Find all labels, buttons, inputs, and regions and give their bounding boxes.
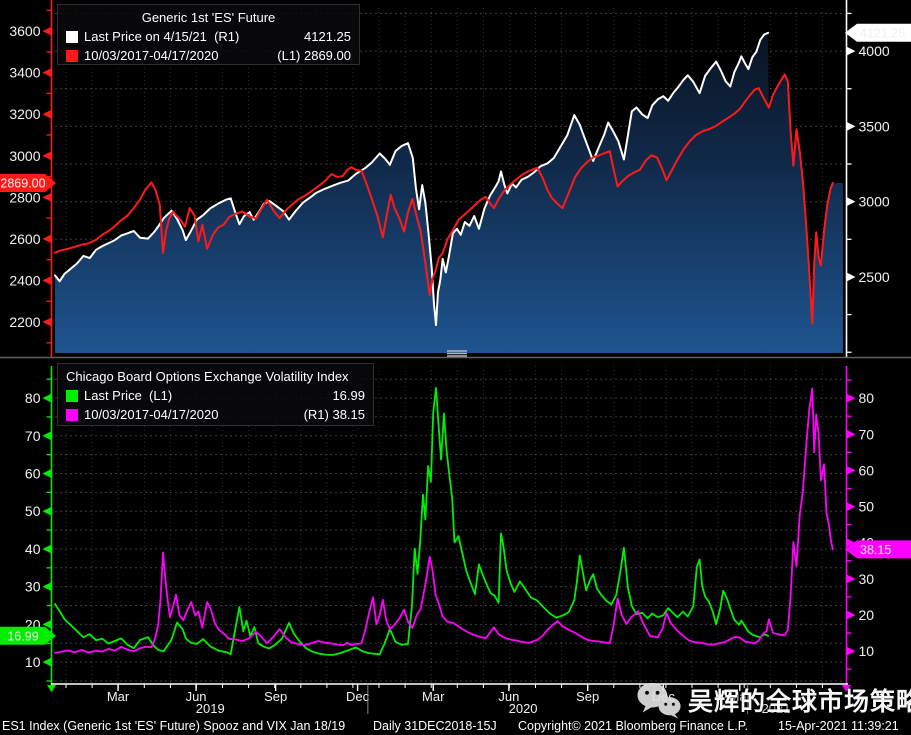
tick-arrow-icon [42, 506, 52, 516]
tick-arrow-icon [42, 469, 52, 479]
last-price-label: 16.99 [7, 629, 38, 643]
copyright-text: Copyright© 2021 Bloomberg Finance L.P. [518, 719, 748, 733]
tick-arrow-icon [846, 46, 856, 56]
y-axis-tick-label: 80 [859, 390, 875, 406]
last-price-label: 38.15 [860, 543, 891, 557]
tick-arrow-icon [42, 109, 52, 119]
tick-arrow-icon [846, 272, 856, 282]
tick-arrow-icon [846, 429, 856, 439]
tick-arrow-icon [42, 275, 52, 285]
tick-arrow-icon [42, 582, 52, 592]
axis-corner-icon [47, 685, 56, 692]
y-axis-tick-label: 2400 [9, 272, 40, 288]
tick-arrow-icon [42, 26, 52, 36]
y-axis-tick-label: 3400 [9, 65, 40, 81]
tick-arrow-icon [42, 431, 52, 441]
legend-row-es-shifted: 10/03/2017-04/17/2020 (L1) 2869.00 [66, 46, 351, 65]
y-axis-tick-label: 70 [859, 426, 875, 442]
y-axis-tick-label: 3000 [9, 148, 40, 164]
y-axis-tick-label: 50 [25, 503, 41, 519]
es-shifted-label: 10/03/2017-04/17/2020 [84, 48, 219, 63]
tick-arrow-icon [42, 317, 52, 327]
tick-arrow-icon [42, 544, 52, 554]
wechat-icon [637, 682, 681, 719]
legend-row-es-last: Last Price on 4/15/21 (R1) 4121.25 [66, 27, 351, 46]
tick-arrow-icon [42, 192, 52, 202]
tick-arrow-icon [846, 393, 856, 403]
y-axis-tick-label: 2500 [859, 269, 890, 285]
vix-last-value: 16.99 [332, 388, 365, 403]
tick-arrow-icon [846, 465, 856, 475]
y-axis-tick-label: 3000 [859, 194, 890, 210]
es-last-swatch-icon [66, 30, 78, 43]
watermark: 吴辉的全球市场策略 [636, 680, 911, 720]
y-axis-tick-label: 2200 [9, 314, 40, 330]
x-axis-month-label: Dec [346, 689, 370, 704]
vix-last-label: Last Price (L1) [84, 388, 173, 403]
tick-arrow-icon [42, 393, 52, 403]
es-last-value: 4121.25 [304, 29, 351, 44]
es-shifted-value: (L1) 2869.00 [277, 48, 351, 63]
y-axis-tick-label: 3500 [859, 118, 890, 134]
es-shifted-swatch-icon [66, 49, 78, 62]
tick-arrow-icon [42, 657, 52, 667]
tick-arrow-icon [42, 68, 52, 78]
y-axis-tick-label: 2600 [9, 231, 40, 247]
chart-description: ES1 Index (Generic 1st 'ES' Future) Spoo… [2, 719, 346, 733]
vix-legend: Chicago Board Options Exchange Volatilit… [57, 363, 374, 426]
tick-arrow-icon [42, 234, 52, 244]
y-axis-tick-label: 40 [25, 541, 41, 557]
x-axis-year-label: 2020 [509, 701, 538, 716]
y-axis-tick-label: 3600 [9, 23, 40, 39]
y-axis-tick-label: 4000 [859, 43, 890, 59]
chart-period: Daily 31DEC2018-15J [373, 719, 497, 733]
x-axis-month-label: Sep [264, 689, 287, 704]
y-axis-tick-label: 10 [859, 643, 875, 659]
x-axis-month-label: Mar [107, 689, 130, 704]
y-axis-tick-label: 70 [25, 428, 41, 444]
y-axis-tick-label: 30 [25, 579, 41, 595]
y-axis-tick-label: 30 [859, 571, 875, 587]
tick-arrow-icon [846, 197, 856, 207]
last-price-label: 2869.00 [0, 176, 45, 190]
x-axis-year-label: 2019 [196, 701, 225, 716]
tick-arrow-icon [846, 574, 856, 584]
price-legend-title: Generic 1st 'ES' Future [141, 10, 276, 25]
es-last-label: Last Price on 4/15/21 (R1) [84, 29, 240, 44]
x-axis-month-label: Sep [576, 689, 599, 704]
vix-shifted-label: 10/03/2017-04/17/2020 [84, 407, 219, 422]
y-axis-tick-label: 60 [859, 462, 875, 478]
last-price-label: 4121.25 [860, 26, 905, 40]
vix-last-swatch-icon [66, 389, 78, 402]
vix-last-line [54, 386, 769, 656]
y-axis-tick-label: 80 [25, 390, 41, 406]
tick-arrow-icon [846, 646, 856, 656]
y-axis-tick-label: 20 [859, 607, 875, 623]
tick-arrow-icon [846, 502, 856, 512]
price-legend: Generic 1st 'ES' Future Last Price on 4/… [57, 4, 360, 65]
vix-legend-title: Chicago Board Options Exchange Volatilit… [66, 369, 349, 384]
tick-arrow-icon [846, 610, 856, 620]
legend-row-vix-last: Last Price (L1) 16.99 [66, 386, 365, 405]
timestamp: 15-Apr-2021 11:39:21 [778, 719, 899, 733]
y-axis-tick-label: 3200 [9, 106, 40, 122]
legend-row-vix-shifted: 10/03/2017-04/17/2020 (R1) 38.15 [66, 405, 365, 424]
tick-arrow-icon [846, 121, 856, 131]
vix-shifted-value: (R1) 38.15 [303, 407, 365, 422]
y-axis-tick-label: 10 [25, 654, 41, 670]
tick-arrow-icon [42, 151, 52, 161]
vix-shifted-swatch-icon [66, 408, 78, 421]
x-axis-month-label: Mar [422, 689, 445, 704]
watermark-text: 吴辉的全球市场策略 [688, 688, 911, 716]
y-axis-tick-label: 50 [859, 499, 875, 515]
bloomberg-chart-window: 2200 2400 2600 2800 3000 3200 3400 3600 2500 3000… [0, 0, 911, 735]
chart-plot-area[interactable]: 2200240026002800300032003400360025003000… [0, 0, 911, 716]
y-axis-tick-label: 60 [25, 466, 41, 482]
